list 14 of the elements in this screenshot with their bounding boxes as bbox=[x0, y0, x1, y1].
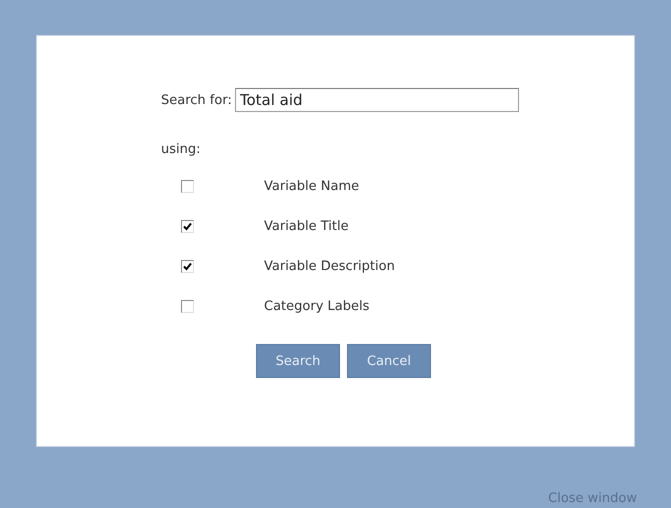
close-window-link[interactable]: Close window bbox=[548, 488, 637, 508]
option-label: Variable Title bbox=[264, 218, 349, 236]
checkbox[interactable] bbox=[181, 220, 194, 233]
checkbox[interactable] bbox=[181, 260, 194, 273]
search-label: Search for: bbox=[161, 92, 232, 110]
checkbox[interactable] bbox=[181, 180, 194, 193]
cancel-button[interactable]: Cancel bbox=[347, 344, 431, 378]
search-field[interactable]: Total aid bbox=[234, 88, 519, 112]
option-label: Variable Description bbox=[264, 258, 395, 276]
option-label: Category Labels bbox=[264, 298, 370, 316]
search-button[interactable]: Search bbox=[256, 344, 340, 378]
using-label: using: bbox=[161, 142, 200, 158]
option-label: Variable Name bbox=[264, 178, 360, 196]
checkbox[interactable] bbox=[181, 300, 194, 313]
